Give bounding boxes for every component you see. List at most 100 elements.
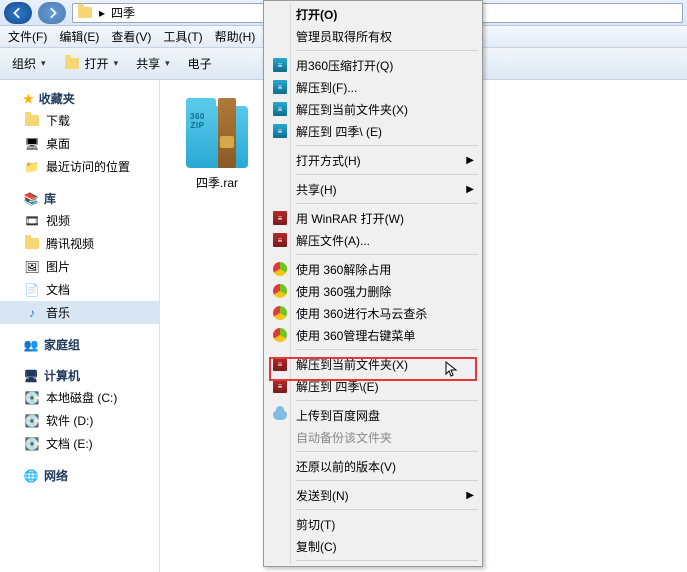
360-icon: [272, 283, 288, 299]
context-menu-item[interactable]: 打开方式(H) ▶: [266, 149, 480, 171]
context-menu-item[interactable]: 使用 360管理右键菜单: [266, 324, 480, 346]
context-menu-item[interactable]: 复制(C): [266, 535, 480, 557]
sidebar: ★ 收藏夹 下载 🖥桌面 📁最近访问的位置 📚 库 🎞视频 腾讯视频 🖼图片 📄…: [0, 80, 160, 572]
context-menu-item[interactable]: 共享(H)▶: [266, 178, 480, 200]
sidebar-item-drive-e[interactable]: 💽文档 (E:): [0, 432, 159, 455]
sidebar-item-pictures[interactable]: 🖼图片: [0, 255, 159, 278]
360zip-icon: [272, 57, 288, 73]
winrar-icon: [272, 378, 288, 394]
menu-item-label: 打开(O): [296, 6, 337, 23]
context-menu-item[interactable]: 使用 360强力删除: [266, 280, 480, 302]
star-icon: ★: [23, 92, 34, 106]
menu-item-label: 使用 360进行木马云查杀: [296, 305, 427, 322]
menu-separator: [296, 480, 478, 481]
context-menu-item[interactable]: 解压到 四季\(E): [266, 375, 480, 397]
sidebar-libraries-header[interactable]: 📚 库: [0, 188, 159, 209]
file-item[interactable]: 360ZIP 四季.rar: [174, 98, 260, 191]
network-icon: 🌐: [23, 468, 39, 484]
menu-item-label: 打开方式(H): [296, 152, 361, 169]
context-menu-item[interactable]: 用 WinRAR 打开(W): [266, 207, 480, 229]
context-menu-item: 自动备份该文件夹: [266, 426, 480, 448]
sidebar-item-music[interactable]: ♪音乐: [0, 301, 159, 324]
context-menu-item[interactable]: 解压到当前文件夹(X): [266, 98, 480, 120]
menu-separator: [296, 349, 478, 350]
sidebar-item-drive-c[interactable]: 💽本地磁盘 (C:): [0, 386, 159, 409]
documents-icon: 📄: [24, 282, 40, 298]
menu-separator: [296, 560, 478, 561]
context-menu-item[interactable]: 管理员取得所有权: [266, 25, 480, 47]
sidebar-computer-header[interactable]: 🖥 计算机: [0, 365, 159, 386]
nav-forward-button[interactable]: [38, 2, 66, 24]
nav-back-button[interactable]: [4, 2, 32, 24]
tool-email[interactable]: 电子: [188, 55, 212, 72]
sidebar-item-documents[interactable]: 📄文档: [0, 278, 159, 301]
sidebar-favorites-header[interactable]: ★ 收藏夹: [0, 88, 159, 109]
homegroup-icon: 👥: [23, 337, 39, 353]
menu-edit[interactable]: 编辑(E): [59, 28, 99, 45]
360zip-icon: [272, 123, 288, 139]
tool-share[interactable]: 共享: [136, 55, 170, 72]
context-menu-item[interactable]: 还原以前的版本(V): [266, 455, 480, 477]
archive-icon: 360ZIP: [182, 98, 252, 168]
context-menu-item[interactable]: 剪切(T): [266, 513, 480, 535]
winrar-icon: [272, 356, 288, 372]
menu-item-label: 使用 360解除占用: [296, 261, 391, 278]
context-menu-item[interactable]: 打开(O): [266, 3, 480, 25]
menu-item-label: 剪切(T): [296, 516, 335, 533]
open-icon: [64, 56, 80, 72]
menu-item-label: 复制(C): [296, 538, 337, 555]
context-menu-item[interactable]: 使用 360进行木马云查杀: [266, 302, 480, 324]
download-icon: [24, 113, 40, 129]
music-icon: ♪: [24, 305, 40, 321]
menu-item-label: 发送到(N): [296, 487, 349, 504]
tool-organize[interactable]: 组织: [12, 55, 46, 72]
context-menu-item[interactable]: 解压到 四季\ (E): [266, 120, 480, 142]
context-menu-item[interactable]: 解压到当前文件夹(X): [266, 353, 480, 375]
menu-item-label: 解压到(F)...: [296, 79, 357, 96]
menu-view[interactable]: 查看(V): [111, 28, 151, 45]
qqvideo-icon: [24, 236, 40, 252]
winrar-icon: [272, 232, 288, 248]
menu-item-label: 自动备份该文件夹: [296, 429, 392, 446]
menu-item-label: 解压文件(A)...: [296, 232, 370, 249]
context-menu-item[interactable]: 发送到(N) ▶: [266, 484, 480, 506]
menu-item-label: 共享(H): [296, 181, 337, 198]
360zip-icon: [272, 79, 288, 95]
menu-item-label: 解压到当前文件夹(X): [296, 356, 408, 373]
menu-separator: [296, 145, 478, 146]
breadcrumb-name[interactable]: 四季: [111, 4, 135, 21]
menu-item-label: 解压到 四季\(E): [296, 378, 379, 395]
winrar-icon: [272, 210, 288, 226]
drive-icon: 💽: [24, 390, 40, 406]
submenu-arrow-icon: ▶: [466, 490, 474, 501]
context-menu-item[interactable]: 解压文件(A)...: [266, 229, 480, 251]
sidebar-item-downloads[interactable]: 下载: [0, 109, 159, 132]
context-menu-item[interactable]: 上传到百度网盘: [266, 404, 480, 426]
computer-icon: 🖥: [23, 368, 39, 384]
library-icon: 📚: [23, 191, 39, 207]
sidebar-item-drive-d[interactable]: 💽软件 (D:): [0, 409, 159, 432]
submenu-arrow-icon: ▶: [466, 155, 474, 166]
context-menu-item[interactable]: 用360压缩打开(Q): [266, 54, 480, 76]
sidebar-item-desktop[interactable]: 🖥桌面: [0, 132, 159, 155]
menu-item-label: 解压到当前文件夹(X): [296, 101, 408, 118]
menu-item-label: 使用 360管理右键菜单: [296, 327, 415, 344]
drive-icon: 💽: [24, 436, 40, 452]
sidebar-network-header[interactable]: 🌐 网络: [0, 465, 159, 486]
sidebar-homegroup-header[interactable]: 👥 家庭组: [0, 334, 159, 355]
menu-tools[interactable]: 工具(T): [163, 28, 202, 45]
menu-file[interactable]: 文件(F): [8, 28, 47, 45]
sidebar-item-videos[interactable]: 🎞视频: [0, 209, 159, 232]
sidebar-item-recent[interactable]: 📁最近访问的位置: [0, 155, 159, 178]
cloud-icon: [272, 407, 288, 423]
drive-icon: 💽: [24, 413, 40, 429]
context-menu-item[interactable]: 解压到(F)...: [266, 76, 480, 98]
context-menu-item[interactable]: 使用 360解除占用: [266, 258, 480, 280]
file-name: 四季.rar: [174, 174, 260, 191]
menu-help[interactable]: 帮助(H): [215, 28, 256, 45]
tool-open[interactable]: 打开: [64, 55, 119, 72]
sidebar-item-qqvideo[interactable]: 腾讯视频: [0, 232, 159, 255]
menu-separator: [296, 50, 478, 51]
360-icon: [272, 327, 288, 343]
menu-item-label: 管理员取得所有权: [296, 28, 392, 45]
